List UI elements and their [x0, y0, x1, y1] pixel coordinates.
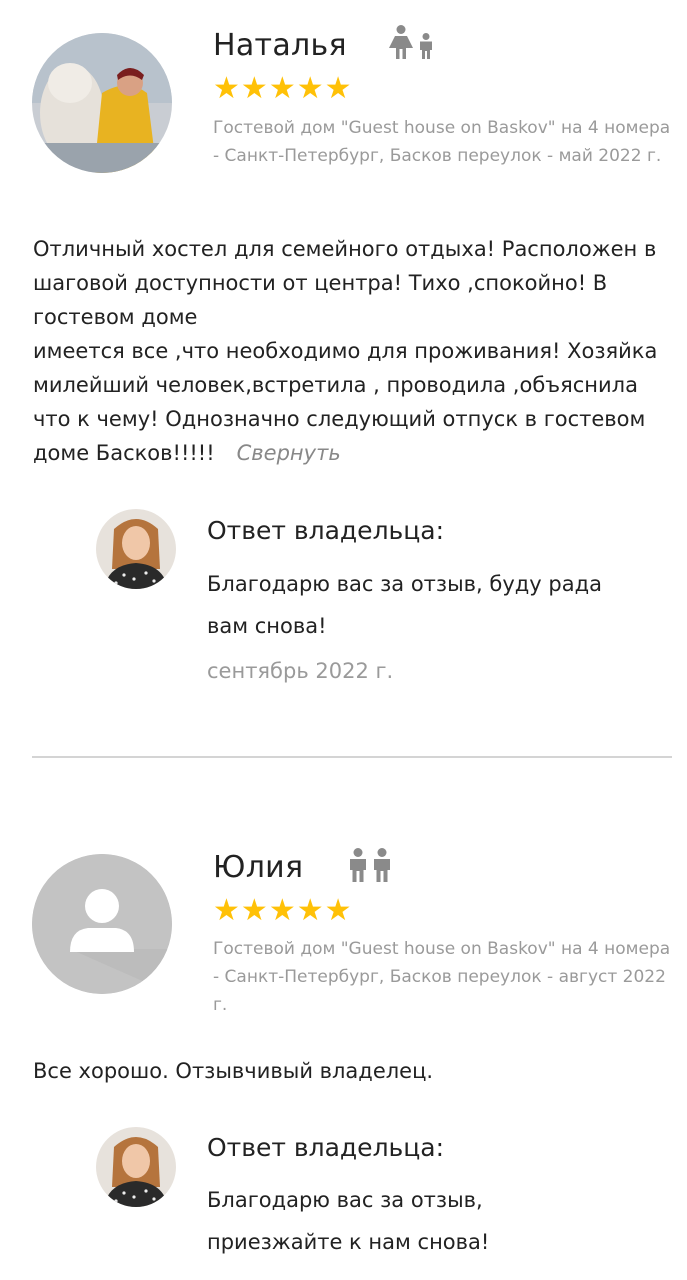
reviewer-name: Юлия — [213, 850, 304, 885]
review-card: Юлия ★ ★ ★ ★ ★ Гостевой дом "Guest house… — [0, 758, 687, 1280]
male-icon — [374, 848, 390, 882]
reply-text: Благодарю вас за отзыв, буду рада вам сн… — [207, 572, 602, 638]
guest-composition — [348, 848, 392, 882]
review-card: Наталья ★ ★ ★ ★ ★ Гостевой дом "Guest ho… — [0, 0, 687, 756]
guest-composition — [388, 25, 434, 59]
male-icon — [350, 848, 366, 882]
owner-avatar — [96, 1127, 176, 1207]
reply-title: Ответ владельца: — [207, 1133, 445, 1162]
reply-text: Благодарю вас за отзыв, приезжайте к нам… — [207, 1188, 490, 1254]
review-text: Отличный хостел для семейного отдыха! Ра… — [33, 237, 658, 465]
star-icon: ★ — [324, 893, 352, 928]
reply-title: Ответ владельца: — [207, 516, 445, 545]
star-icon: ★ — [296, 893, 324, 928]
reviewer-name: Наталья — [213, 28, 347, 63]
rating-stars: ★ ★ ★ ★ ★ — [213, 74, 352, 104]
star-icon: ★ — [268, 893, 296, 928]
star-icon: ★ — [240, 71, 268, 106]
star-icon: ★ — [296, 71, 324, 106]
reviewer-avatar[interactable] — [32, 33, 172, 173]
star-icon: ★ — [240, 893, 268, 928]
review-meta: Гостевой дом "Guest house on Baskov" на … — [213, 118, 671, 166]
reviewer-avatar[interactable] — [32, 854, 172, 994]
female-icon — [389, 25, 413, 59]
star-icon: ★ — [213, 893, 240, 928]
star-icon: ★ — [213, 71, 240, 106]
rating-stars: ★ ★ ★ ★ ★ — [213, 896, 352, 926]
review-text-block: Отличный хостел для семейного отдыха! Ра… — [33, 232, 678, 470]
reply-date: сентябрь 2022 г. — [207, 659, 394, 683]
review-meta: Гостевой дом "Guest house on Baskov" на … — [213, 939, 671, 1015]
star-icon: ★ — [324, 71, 352, 106]
owner-avatar — [96, 509, 176, 589]
collapse-link[interactable]: Свернуть — [237, 441, 341, 465]
star-icon: ★ — [268, 71, 296, 106]
review-text: Все хорошо. Отзывчивый владелец. — [33, 1059, 434, 1083]
child-icon — [420, 33, 432, 59]
